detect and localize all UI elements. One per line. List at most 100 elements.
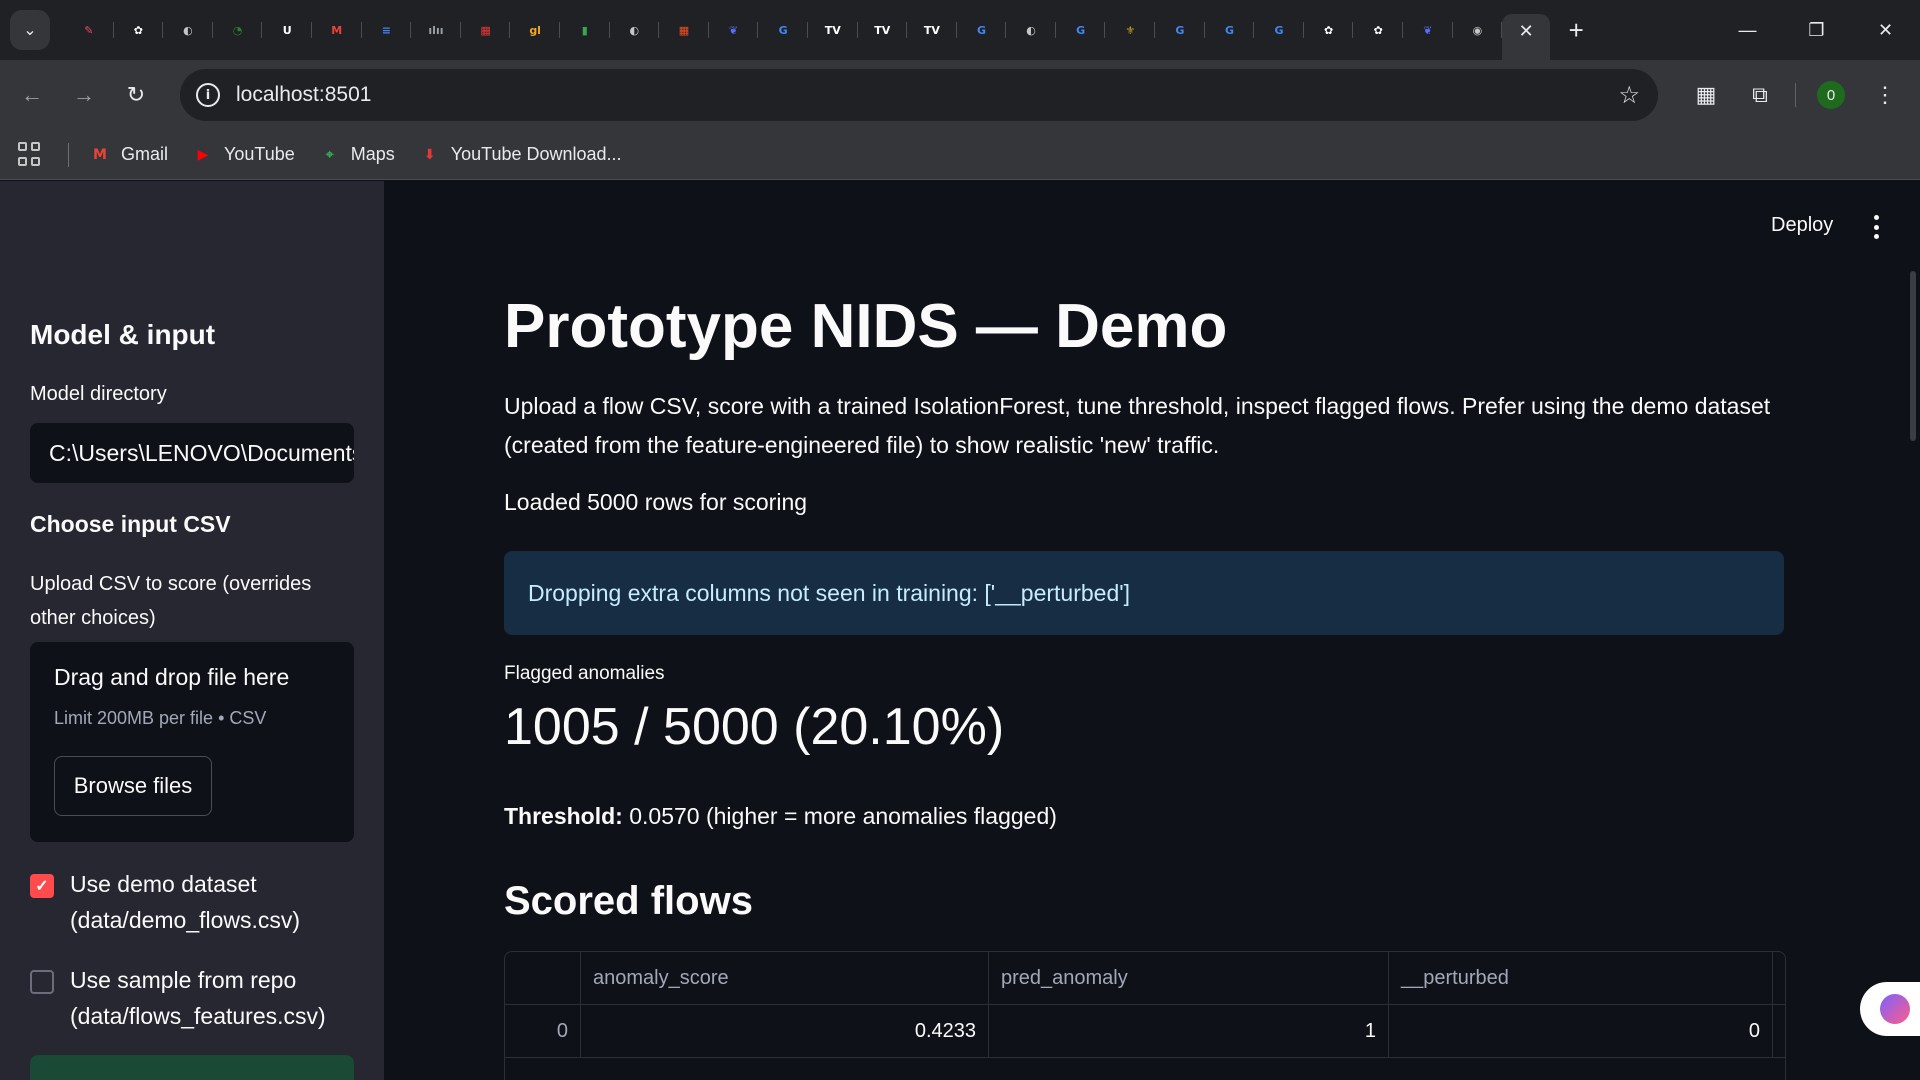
restore-button[interactable]: ❐: [1782, 0, 1851, 60]
browser-tab[interactable]: ◔: [213, 10, 263, 50]
deploy-button[interactable]: Deploy: [1771, 214, 1833, 237]
browser-tab[interactable]: TV: [808, 10, 858, 50]
window-controls: — ❐ ✕: [1713, 0, 1920, 60]
bookmark-item[interactable]: ⌖ Maps: [319, 144, 395, 165]
close-tab-icon[interactable]: ✕: [1519, 21, 1534, 42]
forward-button[interactable]: →: [64, 75, 104, 115]
browser-tab[interactable]: G: [1254, 10, 1304, 50]
browser-tab[interactable]: G: [957, 10, 1007, 50]
demo-dataset-checkbox-row[interactable]: ✓ Use demo dataset (data/demo_flows.csv): [30, 866, 350, 938]
minimize-button[interactable]: —: [1713, 0, 1782, 60]
assistant-floating-button[interactable]: [1860, 982, 1920, 1036]
browser-tab[interactable]: ⚜: [1105, 10, 1155, 50]
browser-tab[interactable]: ✿: [1353, 10, 1403, 50]
info-alert: Dropping extra columns not seen in train…: [504, 551, 1784, 635]
bookmark-list: M Gmail ▶ YouTube ⌖ Maps ⬇ YouTube Download...: [89, 144, 646, 165]
table-header-cell[interactable]: pred_anomaly: [989, 952, 1389, 1004]
browser-tab[interactable]: G: [1155, 10, 1205, 50]
sample-repo-checkbox[interactable]: [30, 970, 54, 994]
reload-button[interactable]: ↻: [116, 75, 156, 115]
extensions-button[interactable]: ⧉: [1733, 68, 1787, 122]
new-tab-button[interactable]: +: [1556, 10, 1596, 50]
browser-tab[interactable]: G: [1205, 10, 1255, 50]
browser-tab[interactable]: ≡: [362, 10, 412, 50]
back-button[interactable]: ←: [12, 75, 52, 115]
sample-repo-checkbox-row[interactable]: Use sample from repo (data/flows_feature…: [30, 962, 350, 1034]
table-cell[interactable]: 0.4233: [581, 1005, 989, 1057]
scored-flows-table[interactable]: anomaly_score pred_anomaly __perturbed 0…: [504, 951, 1786, 1080]
browser-tab[interactable]: ▦: [659, 10, 709, 50]
browser-tab[interactable]: M: [312, 10, 362, 50]
sidebar-primary-button[interactable]: [30, 1055, 354, 1080]
chevron-down-icon: ⌄: [23, 22, 37, 39]
address-bar[interactable]: i localhost:8501 ☆: [180, 69, 1658, 121]
qr-code-button[interactable]: ▦: [1679, 68, 1733, 122]
browser-tab[interactable]: ✿: [1304, 10, 1354, 50]
gl-icon: gl: [529, 23, 541, 37]
threshold-value: 0.0570 (higher = more anomalies flagged): [629, 803, 1057, 829]
browser-tab[interactable]: ◐: [163, 10, 213, 50]
browser-tab[interactable]: TV: [858, 10, 908, 50]
browser-tab[interactable]: ılıı: [411, 10, 461, 50]
bookmark-label: Maps: [350, 144, 395, 164]
browser-tab[interactable]: ✎: [64, 10, 114, 50]
demo-dataset-checkbox[interactable]: ✓: [30, 874, 54, 898]
browser-tab[interactable]: ❦: [1403, 10, 1453, 50]
check-icon: ✓: [35, 878, 49, 895]
browser-tab[interactable]: ◉: [1453, 10, 1503, 50]
bookmark-star-icon[interactable]: ☆: [1618, 81, 1640, 110]
dropzone-title: Drag and drop file here: [54, 664, 290, 690]
sidebar: Model & input Model directory C:\Users\L…: [0, 181, 384, 1080]
sample-repo-label[interactable]: Use sample from repo (data/flows_feature…: [70, 962, 350, 1034]
browser-tab[interactable]: G: [1056, 10, 1106, 50]
demo-dataset-label[interactable]: Use demo dataset (data/demo_flows.csv): [70, 866, 350, 938]
reload-icon: ↻: [126, 82, 146, 107]
sidebar-heading: Model & input: [30, 319, 216, 350]
bookmark-item[interactable]: ▶ YouTube: [192, 144, 295, 165]
profile-button[interactable]: 0: [1804, 68, 1858, 122]
download-icon: ⬇: [423, 146, 436, 163]
browser-tab[interactable]: ▦: [461, 10, 511, 50]
more-vertical-icon: ⋮: [1874, 82, 1896, 107]
browser-tab[interactable]: TV: [907, 10, 957, 50]
tradingview-icon: TV: [874, 23, 891, 37]
browser-tab[interactable]: G: [758, 10, 808, 50]
tradingview-icon: TV: [824, 23, 841, 37]
browser-tab[interactable]: ◐: [610, 10, 660, 50]
browser-tab[interactable]: ◐: [1006, 10, 1056, 50]
upload-label: Upload CSV to score (overrides other cho…: [30, 573, 312, 629]
bookmark-item[interactable]: ⬇ YouTube Download...: [419, 144, 622, 165]
table-cell[interactable]: 0: [1389, 1005, 1773, 1057]
table-row[interactable]: 0 0.4233 1 0: [505, 1005, 1785, 1058]
google-icon: G: [976, 23, 986, 37]
close-window-button[interactable]: ✕: [1851, 0, 1920, 60]
browser-menu-button[interactable]: ⋮: [1858, 68, 1912, 122]
cisco-icon: ılıı: [428, 23, 444, 37]
browser-tab[interactable]: ❦: [709, 10, 759, 50]
model-directory-input[interactable]: C:\Users\LENOVO\Documents: [30, 423, 354, 483]
browser-tab[interactable]: gl: [510, 10, 560, 50]
google-icon: G: [778, 23, 788, 37]
site-info-icon[interactable]: i: [196, 83, 220, 107]
browser-tab[interactable]: ✿: [114, 10, 164, 50]
bookmark-item[interactable]: M Gmail: [89, 144, 168, 165]
browse-files-button[interactable]: Browse files: [54, 756, 212, 816]
bar-chart-icon: ▮: [581, 23, 588, 37]
active-tab[interactable]: ✕: [1502, 14, 1551, 60]
youtube-icon: ▶: [197, 146, 209, 163]
app-menu-button[interactable]: [1866, 215, 1886, 239]
bookmark-label: Gmail: [121, 144, 169, 164]
table-header-index[interactable]: [505, 952, 581, 1004]
table-header-cell[interactable]: anomaly_score: [581, 952, 989, 1004]
metric-value: 1005 / 5000 (20.10%): [504, 698, 1005, 756]
url-text[interactable]: localhost:8501: [236, 83, 371, 107]
table-header-cell[interactable]: __perturbed: [1389, 952, 1773, 1004]
file-dropzone[interactable]: Drag and drop file here Limit 200MB per …: [30, 642, 354, 842]
table-cell[interactable]: 1: [989, 1005, 1389, 1057]
scrollbar[interactable]: [1910, 271, 1916, 441]
apps-grid-icon[interactable]: [18, 141, 44, 168]
restore-icon: ❐: [1808, 19, 1825, 40]
browser-tab[interactable]: ▮: [560, 10, 610, 50]
browser-tab[interactable]: U: [262, 10, 312, 50]
tab-search-button[interactable]: ⌄: [10, 10, 50, 50]
